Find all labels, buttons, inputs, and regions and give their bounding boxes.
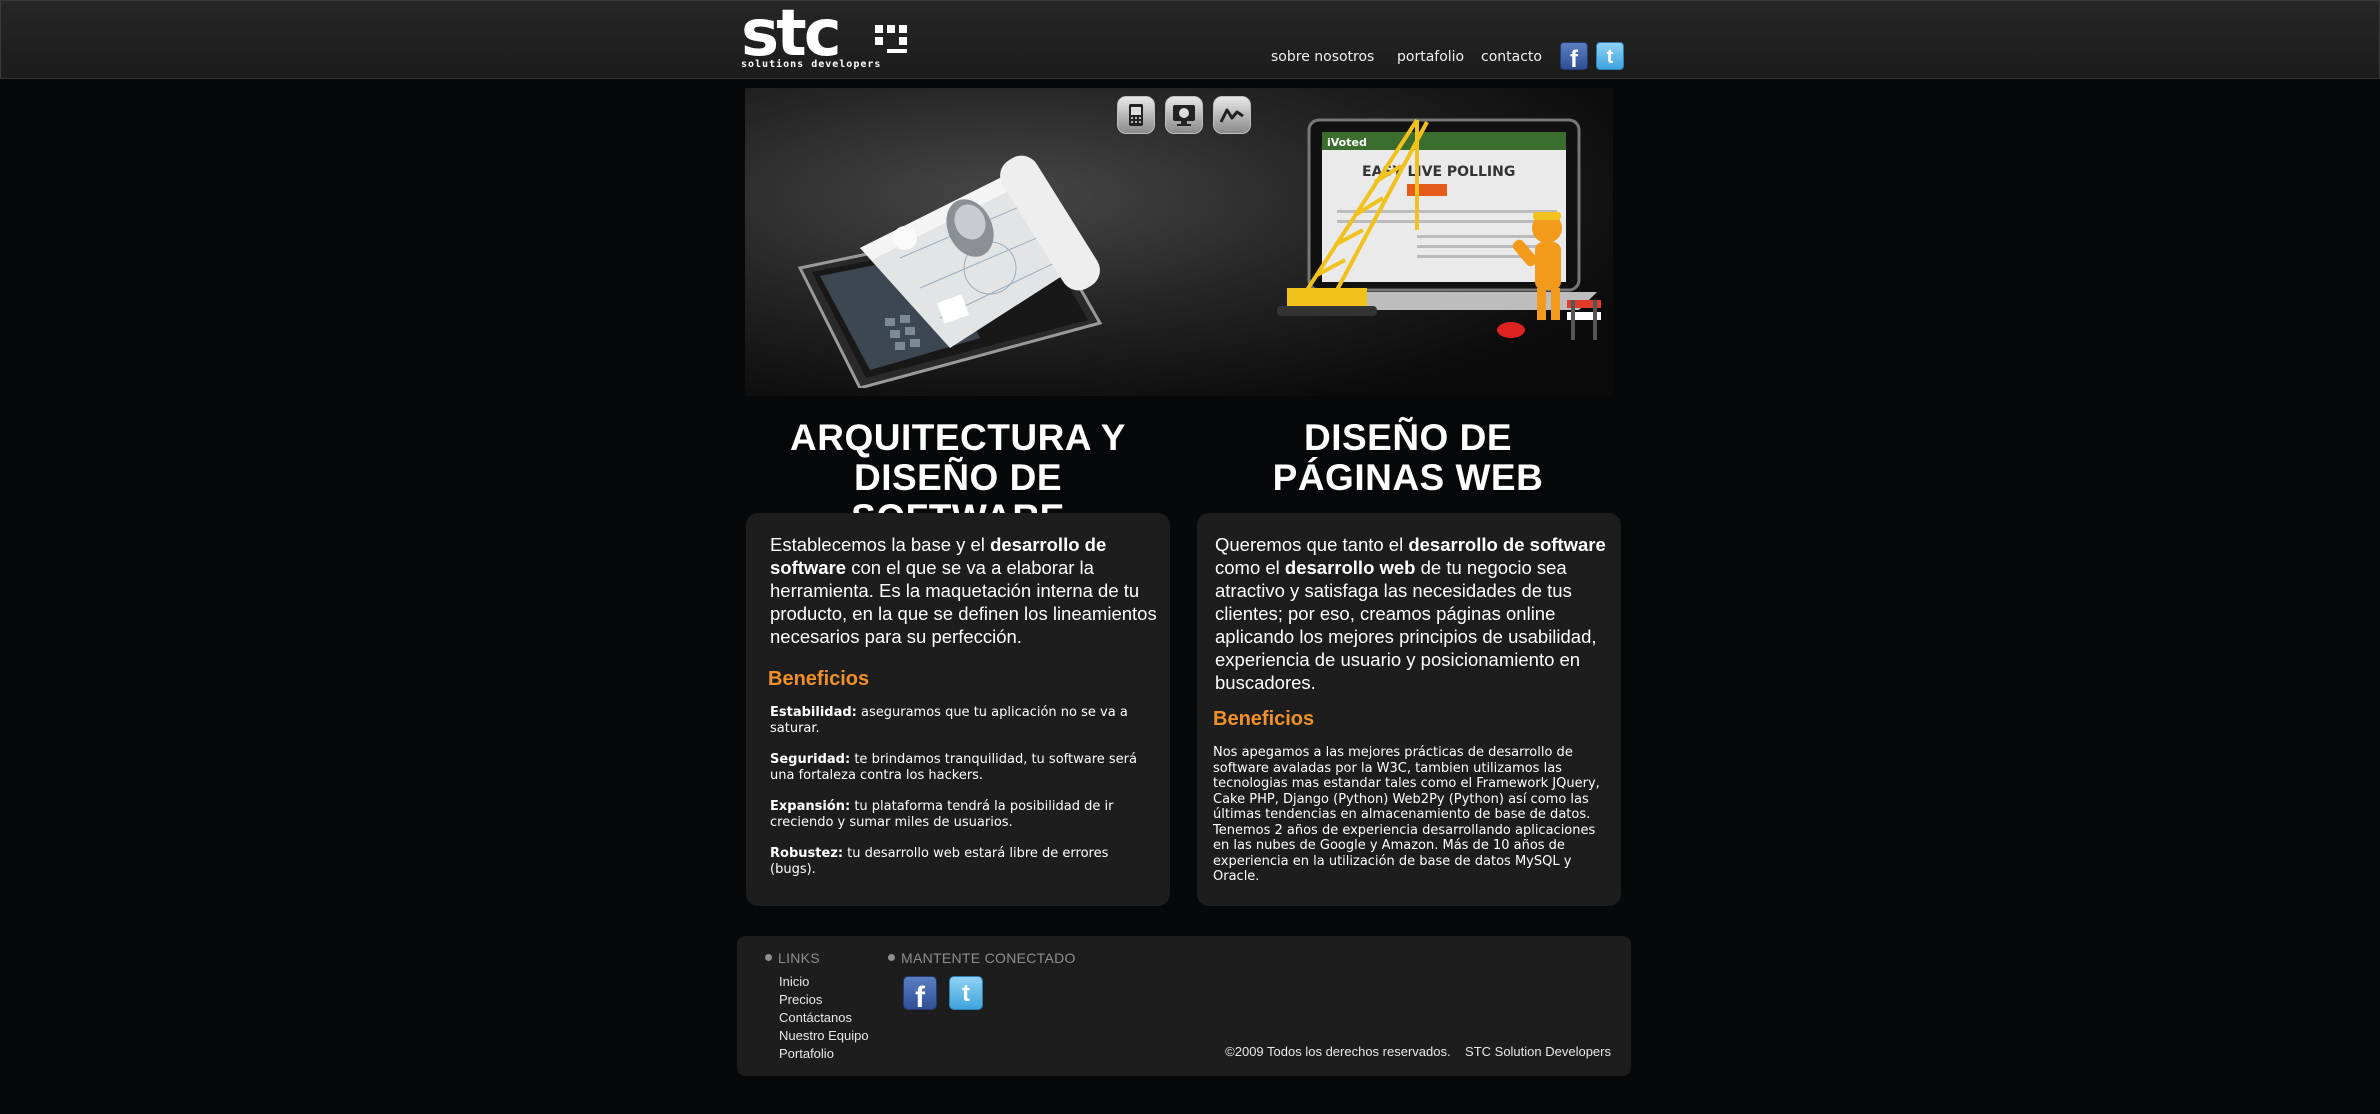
heading-text: MANTENTE CONECTADO bbox=[901, 950, 1076, 966]
tablet-with-blueprint-illustration bbox=[797, 155, 1103, 388]
facebook-icon[interactable]: f bbox=[1560, 42, 1588, 70]
lead-bold: desarrollo de software bbox=[1408, 534, 1606, 555]
copyright-notice: ©2009 Todos los derechos reservados. bbox=[1225, 1044, 1451, 1059]
title-line: PÁGINAS WEB bbox=[1272, 457, 1544, 498]
twitter-icon[interactable]: t bbox=[949, 976, 983, 1010]
footer: LINKS Inicio Precios Contáctanos Nuestro… bbox=[737, 936, 1631, 1076]
monitor-icon[interactable] bbox=[1165, 96, 1203, 134]
hero-banner: iVoted EASY LIVE POLLING bbox=[745, 88, 1613, 396]
nav-portafolio[interactable]: portafolio bbox=[1397, 49, 1464, 65]
benefits-heading: Beneficios bbox=[768, 668, 870, 690]
stc-logo[interactable]: stc solutions developers bbox=[741, 0, 917, 71]
logo-wordmark: stc bbox=[741, 0, 842, 71]
lead-text: como el bbox=[1215, 557, 1285, 578]
bullet-icon bbox=[765, 953, 772, 961]
software-architecture-card: Establecemos la base y el desarrollo de … bbox=[746, 513, 1170, 906]
footer-links-list: Inicio Precios Contáctanos Nuestro Equip… bbox=[779, 973, 869, 1063]
footer-link-contactanos[interactable]: Contáctanos bbox=[779, 1009, 869, 1027]
bullet-icon bbox=[888, 953, 895, 961]
laptop-under-construction-illustration: iVoted EASY LIVE POLLING bbox=[1277, 118, 1601, 340]
mobile-icon[interactable] bbox=[1117, 96, 1155, 134]
company-name: STC Solution Developers bbox=[1465, 1044, 1611, 1059]
chart-line-icon[interactable] bbox=[1213, 96, 1251, 134]
footer-link-inicio[interactable]: Inicio bbox=[779, 973, 869, 991]
title-line: ARQUITECTURA Y bbox=[790, 417, 1126, 458]
logo-dots bbox=[875, 25, 915, 53]
card-lead-text: Establecemos la base y el desarrollo de … bbox=[770, 533, 1158, 648]
footer-link-nuestro-equipo[interactable]: Nuestro Equipo bbox=[779, 1027, 869, 1045]
card-lead-text: Queremos que tanto el desarrollo de soft… bbox=[1215, 533, 1609, 694]
benefit-term: Estabilidad: bbox=[770, 705, 857, 720]
benefit-item: Seguridad: te brindamos tranquilidad, tu… bbox=[770, 752, 1150, 783]
web-design-card: Queremos que tanto el desarrollo de soft… bbox=[1197, 513, 1621, 906]
footer-link-portafolio[interactable]: Portafolio bbox=[779, 1045, 869, 1063]
lead-text: Establecemos la base y el bbox=[770, 534, 991, 555]
title-line: DISEÑO DE bbox=[1303, 417, 1513, 458]
benefit-term: Seguridad: bbox=[770, 752, 851, 767]
benefit-item: Estabilidad: aseguramos que tu aplicació… bbox=[770, 705, 1150, 736]
footer-connect-heading: MANTENTE CONECTADO bbox=[888, 950, 1076, 966]
nav-contacto[interactable]: contacto bbox=[1481, 49, 1542, 65]
benefit-term: Robustez: bbox=[770, 846, 844, 861]
benefits-heading: Beneficios bbox=[1213, 708, 1315, 730]
benefit-item: Expansión: tu plataforma tendrá la posib… bbox=[770, 799, 1150, 830]
footer-links-heading: LINKS bbox=[765, 950, 820, 966]
top-bar: stc solutions developers sobre nosotros … bbox=[0, 0, 2380, 79]
footer-link-precios[interactable]: Precios bbox=[779, 991, 869, 1009]
facebook-icon[interactable]: f bbox=[903, 976, 937, 1010]
benefits-paragraph: Nos apegamos a las mejores prácticas de … bbox=[1213, 745, 1600, 884]
benefit-item: Robustez: tu desarrollo web estará libre… bbox=[770, 846, 1150, 877]
lead-text: Queremos que tanto el bbox=[1215, 534, 1409, 555]
twitter-icon[interactable]: t bbox=[1596, 42, 1624, 70]
svg-text:iVoted: iVoted bbox=[1327, 136, 1367, 149]
lead-bold: desarrollo web bbox=[1284, 557, 1416, 578]
logo-subtitle: solutions developers bbox=[741, 59, 882, 70]
heading-text: LINKS bbox=[778, 950, 820, 966]
copyright-text: ©2009 Todos los derechos reservados. STC… bbox=[1225, 1044, 1611, 1059]
benefit-term: Expansión: bbox=[770, 799, 851, 814]
column-title-web: DISEÑO DE PÁGINAS WEB bbox=[1196, 418, 1620, 498]
nav-sobre-nosotros[interactable]: sobre nosotros bbox=[1271, 49, 1374, 65]
